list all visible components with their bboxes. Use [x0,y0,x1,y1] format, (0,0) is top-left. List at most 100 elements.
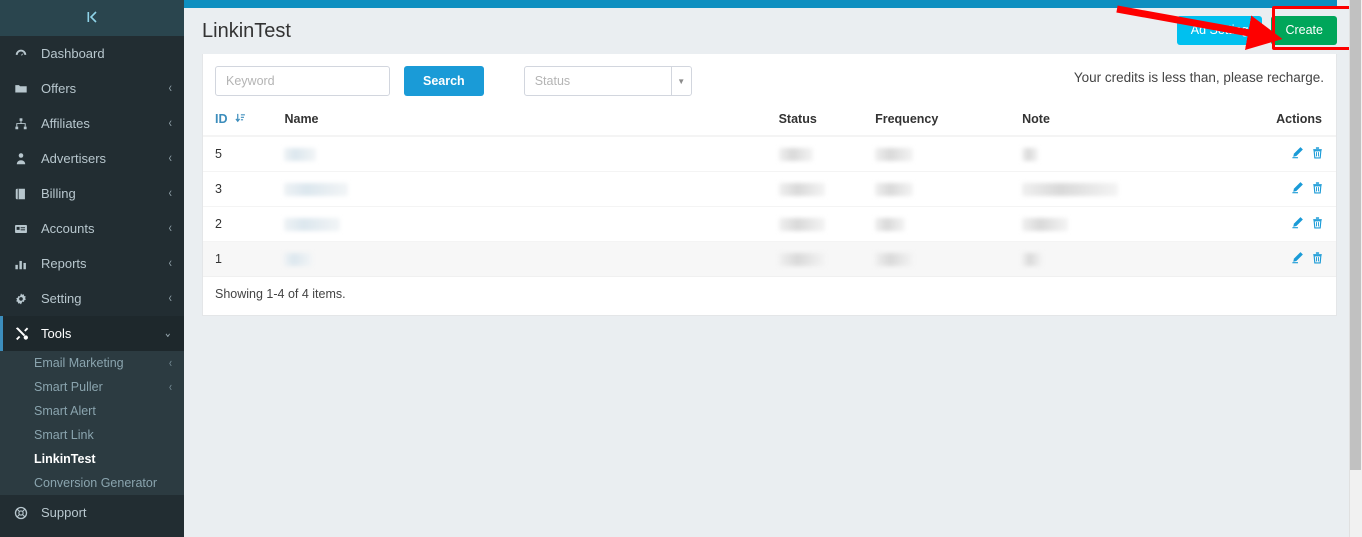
submenu-item-smart-puller[interactable]: Smart Puller ‹ [0,375,184,399]
sidebar-item-label: Advertisers [41,151,107,166]
delete-row-icon[interactable] [1311,146,1324,162]
sidebar-item-affiliates[interactable]: Affiliates ‹ [0,106,184,141]
sidebar-item-label: Offers [41,81,77,96]
cell-name [276,171,771,207]
table-row[interactable]: 2 [203,206,1336,242]
chevron-left-icon: ‹ [169,356,172,370]
page-title: LinkinTest [202,19,291,42]
sidebar-item-tools[interactable]: Tools ⌄ [0,316,184,351]
submenu-item-smart-link[interactable]: Smart Link [0,423,184,447]
column-header-id[interactable]: ID [203,106,277,137]
cell-status [770,241,868,277]
redacted-value [875,183,914,197]
delete-row-icon[interactable] [1311,181,1324,197]
redacted-value [284,253,313,267]
chevron-down-icon[interactable]: ▼ [670,67,691,95]
search-button[interactable]: Search [404,66,484,96]
submenu-item-label: Smart Puller [34,380,103,394]
redacted-value [1022,253,1043,267]
sidebar-item-offers[interactable]: Offers ‹ [0,71,184,106]
delete-row-icon[interactable] [1311,216,1324,232]
sidebar-nav-bottom: Support [0,495,184,530]
scrollbar-thumb[interactable] [1350,0,1361,470]
application-window: Dashboard Offers ‹ Affiliates ‹ Advertis… [0,0,1362,537]
tools-submenu: Email Marketing ‹ Smart Puller ‹ Smart A… [0,351,184,495]
sidebar-item-support[interactable]: Support [0,495,184,530]
submenu-item-label: Smart Link [34,428,94,442]
chevron-down-icon: ⌄ [163,325,172,342]
submenu-item-email-marketing[interactable]: Email Marketing ‹ [0,351,184,375]
chevron-left-icon: ‹ [168,185,172,202]
sort-descending-icon[interactable] [235,113,246,126]
sidebar-item-billing[interactable]: Billing ‹ [0,176,184,211]
sidebar-nav: Dashboard Offers ‹ Affiliates ‹ Advertis… [0,36,184,351]
sitemap-icon [14,117,34,131]
redacted-value [284,183,349,197]
sidebar-item-label: Tools [41,326,72,341]
sidebar-item-label: Support [41,505,87,520]
redacted-value [284,148,317,162]
submenu-item-smart-alert[interactable]: Smart Alert [0,399,184,423]
cell-name [276,241,771,277]
sidebar-item-advertisers[interactable]: Advertisers ‹ [0,141,184,176]
redacted-value [778,148,813,162]
chevron-left-icon: ‹ [168,220,172,237]
page-scrollbar[interactable] [1349,0,1362,537]
submenu-item-linkintest[interactable]: LinkinTest [0,447,184,471]
user-tie-icon [14,152,34,166]
table-row[interactable]: 5 [203,136,1336,172]
cell-frequency [867,136,1015,172]
cell-actions [1268,241,1336,277]
main-content: LinkinTest Ad Setting Create Search Stat… [184,0,1362,537]
cell-id: 1 [203,241,277,277]
cell-status [770,206,868,242]
status-select-value: Status [534,74,571,88]
redacted-value [778,183,825,197]
submenu-item-label: Conversion Generator [34,476,157,490]
edit-row-icon[interactable] [1291,251,1304,267]
ad-setting-button[interactable]: Ad Setting [1176,16,1263,45]
sidebar-item-label: Setting [41,291,82,306]
edit-row-icon[interactable] [1291,216,1304,232]
delete-row-icon[interactable] [1311,251,1324,267]
edit-row-icon[interactable] [1291,146,1304,162]
sidebar-item-setting[interactable]: Setting ‹ [0,281,184,316]
chevron-left-icon: ‹ [168,150,172,167]
folder-icon [14,82,34,96]
cell-actions [1268,171,1336,207]
chevron-left-icon: ‹ [168,290,172,307]
status-select[interactable]: Status ▼ [523,66,692,96]
sidebar: Dashboard Offers ‹ Affiliates ‹ Advertis… [0,0,184,537]
cell-id: 5 [203,136,277,172]
content-card: Search Status ▼ Your credits is less tha… [202,54,1337,316]
collapse-sidebar-icon[interactable] [85,10,99,27]
redacted-value [1022,148,1039,162]
sidebar-item-label: Dashboard [41,46,105,61]
sidebar-item-reports[interactable]: Reports ‹ [0,246,184,281]
table-row[interactable]: 3 [203,171,1336,207]
book-icon [14,187,34,201]
column-header-actions: Actions [1268,106,1336,137]
edit-row-icon[interactable] [1291,181,1304,197]
redacted-value [875,148,914,162]
search-input[interactable] [215,66,390,96]
cell-note [1014,241,1269,277]
create-button[interactable]: Create [1271,16,1337,45]
table-row[interactable]: 1 [203,241,1336,277]
cell-status [770,136,868,172]
submenu-item-conversion-generator[interactable]: Conversion Generator [0,471,184,495]
redacted-value [875,218,906,232]
cell-actions [1268,136,1336,172]
column-header-name: Name [276,106,771,137]
cell-frequency [867,206,1015,242]
redacted-value [1022,183,1119,197]
redacted-value [284,218,341,232]
cell-note [1014,206,1269,242]
column-header-status: Status [770,106,868,137]
sidebar-item-label: Billing [41,186,76,201]
cell-id: 3 [203,171,277,207]
table-head: ID Name Status Frequency Note Actions [203,106,1336,137]
sidebar-item-dashboard[interactable]: Dashboard [0,36,184,71]
tools-wrench-icon [14,326,34,341]
sidebar-item-accounts[interactable]: Accounts ‹ [0,211,184,246]
